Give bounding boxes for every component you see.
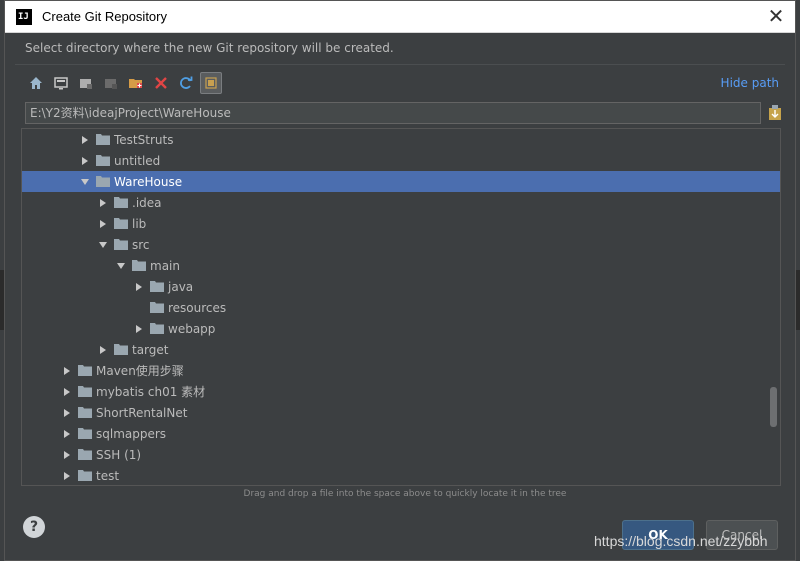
folder-icon bbox=[132, 260, 146, 271]
folder-icon bbox=[78, 470, 92, 481]
chevron-right-icon[interactable] bbox=[98, 345, 108, 355]
title-bar: IJ Create Git Repository ✕ bbox=[5, 1, 795, 33]
folder-icon bbox=[78, 407, 92, 418]
chevron-right-icon[interactable] bbox=[62, 471, 72, 481]
tree-row[interactable]: src bbox=[22, 234, 766, 255]
create-git-repository-dialog: IJ Create Git Repository ✕ Select direct… bbox=[4, 0, 796, 561]
tree-row-selected[interactable]: WareHouse bbox=[22, 171, 780, 192]
chevron-right-icon[interactable] bbox=[62, 387, 72, 397]
folder-icon bbox=[150, 323, 164, 334]
chevron-right-icon[interactable] bbox=[134, 324, 144, 334]
tree-row-label: Maven使用步骤 bbox=[96, 364, 184, 378]
tree-row-label: webapp bbox=[168, 321, 216, 336]
tree-row-label: TestStruts bbox=[114, 132, 174, 147]
chevron-right-icon[interactable] bbox=[98, 219, 108, 229]
tree-row[interactable]: mybatis ch01 素材 bbox=[22, 381, 766, 402]
folder-icon bbox=[78, 365, 92, 376]
chevron-right-icon[interactable] bbox=[62, 450, 72, 460]
chevron-right-icon[interactable] bbox=[134, 282, 144, 292]
tree-row-label: java bbox=[168, 279, 194, 294]
folder-icon bbox=[78, 386, 92, 397]
module-icon[interactable] bbox=[100, 72, 122, 94]
tree-row[interactable]: webapp bbox=[22, 318, 766, 339]
chevron-down-icon[interactable] bbox=[116, 261, 126, 271]
folder-icon bbox=[78, 428, 92, 439]
tree-row-label: resources bbox=[168, 300, 227, 315]
show-hidden-icon[interactable] bbox=[200, 72, 222, 94]
chevron-right-icon[interactable] bbox=[80, 135, 90, 145]
tree-row-label: SSH (1) bbox=[96, 447, 142, 462]
tree-row[interactable]: lib bbox=[22, 213, 766, 234]
tree-row[interactable]: TestStruts bbox=[22, 129, 766, 150]
tree-row-label: sqlmappers bbox=[96, 426, 167, 441]
folder-icon bbox=[96, 134, 110, 145]
chevron-right-icon[interactable] bbox=[62, 429, 72, 439]
folder-icon bbox=[96, 155, 110, 166]
tree-row[interactable]: ShortRentalNet bbox=[22, 402, 766, 423]
path-history-icon[interactable] bbox=[767, 104, 783, 122]
chevron-right-icon[interactable] bbox=[80, 156, 90, 166]
tree-row-label: main bbox=[150, 258, 180, 273]
close-icon[interactable]: ✕ bbox=[765, 5, 787, 27]
folder-icon bbox=[114, 197, 128, 208]
folder-icon bbox=[96, 176, 110, 187]
tree-row[interactable]: test bbox=[22, 465, 766, 485]
tree-row-label: target bbox=[132, 342, 169, 357]
refresh-icon[interactable] bbox=[175, 72, 197, 94]
chevron-right-icon[interactable] bbox=[98, 198, 108, 208]
intellij-app-icon: IJ bbox=[16, 8, 32, 25]
watermark-text: https://blog.csdn.net/zzybbh bbox=[594, 533, 768, 549]
chevron-down-icon[interactable] bbox=[98, 240, 108, 250]
desktop-icon[interactable] bbox=[50, 72, 72, 94]
folder-icon bbox=[150, 302, 164, 313]
folder-icon bbox=[114, 239, 128, 250]
separator bbox=[15, 64, 785, 65]
tree-row-label: WareHouse bbox=[114, 174, 183, 189]
tree-row-label: mybatis ch01 素材 bbox=[96, 385, 206, 399]
tree-row[interactable]: sqlmappers bbox=[22, 423, 766, 444]
tree-row-label: src bbox=[132, 237, 150, 252]
home-icon[interactable] bbox=[25, 72, 47, 94]
tree-row-label: ShortRentalNet bbox=[96, 405, 188, 420]
tree-scrollbar[interactable] bbox=[770, 387, 777, 427]
tree-row[interactable]: target bbox=[22, 339, 766, 360]
tree-row[interactable]: main bbox=[22, 255, 766, 276]
chevron-right-icon[interactable] bbox=[62, 408, 72, 418]
delete-icon[interactable] bbox=[150, 72, 172, 94]
tree-row-label: test bbox=[96, 468, 120, 483]
dialog-title: Create Git Repository bbox=[42, 9, 167, 24]
tree-row[interactable]: untitled bbox=[22, 150, 766, 171]
tree-row[interactable]: java bbox=[22, 276, 766, 297]
file-chooser-toolbar bbox=[25, 71, 225, 95]
hide-path-link[interactable]: Hide path bbox=[721, 76, 779, 90]
help-button[interactable]: ? bbox=[23, 516, 45, 538]
tree-row-label: untitled bbox=[114, 153, 161, 168]
tree-row-label: .idea bbox=[132, 195, 162, 210]
new-folder-icon[interactable] bbox=[125, 72, 147, 94]
drag-drop-hint: Drag and drop a file into the space abov… bbox=[243, 489, 567, 499]
directory-tree[interactable]: TestStruts untitled WareHouse .idea lib src ma… bbox=[21, 128, 781, 486]
folder-icon bbox=[114, 344, 128, 355]
path-input[interactable]: E:\Y2资料\ideajProject\WareHouse bbox=[25, 102, 761, 124]
tree-row[interactable]: .idea bbox=[22, 192, 766, 213]
folder-icon bbox=[114, 218, 128, 229]
tree-row[interactable]: SSH (1) bbox=[22, 444, 766, 465]
folder-icon bbox=[78, 449, 92, 460]
instruction-text: Select directory where the new Git repos… bbox=[25, 41, 394, 55]
tree-row[interactable]: resources bbox=[22, 297, 766, 318]
tree-row-label: lib bbox=[132, 216, 147, 231]
folder-icon bbox=[150, 281, 164, 292]
chevron-down-icon[interactable] bbox=[80, 177, 90, 187]
chevron-right-icon[interactable] bbox=[62, 366, 72, 376]
tree-row[interactable]: Maven使用步骤 bbox=[22, 360, 766, 381]
project-icon[interactable] bbox=[75, 72, 97, 94]
